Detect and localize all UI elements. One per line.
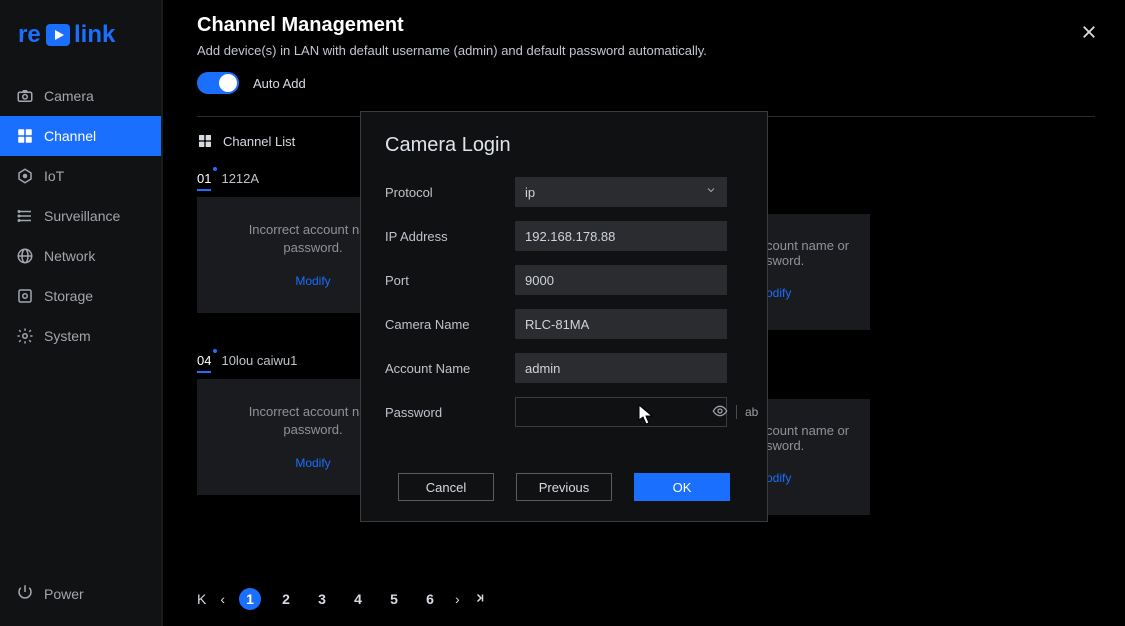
page-number[interactable]: 6	[419, 588, 441, 610]
channel-name: 1212A	[221, 171, 259, 186]
keyboard-button[interactable]: ab	[745, 405, 758, 419]
sidebar-item-surveillance[interactable]: Surveillance	[0, 196, 161, 236]
account-input[interactable]	[515, 353, 727, 383]
protocol-label: Protocol	[385, 185, 515, 200]
camera-icon	[16, 87, 34, 105]
password-label: Password	[385, 405, 515, 420]
protocol-select[interactable]	[515, 177, 727, 207]
port-label: Port	[385, 273, 515, 288]
card-message: count name or sword.	[766, 238, 860, 268]
cancel-button[interactable]: Cancel	[398, 473, 494, 501]
port-input[interactable]	[515, 265, 727, 295]
storage-icon	[16, 287, 34, 305]
password-input[interactable]	[516, 405, 712, 420]
sidebar-item-label: IoT	[44, 168, 64, 184]
camera-name-label: Camera Name	[385, 317, 515, 332]
iot-icon	[16, 167, 34, 185]
sidebar-item-label: Storage	[44, 288, 93, 304]
page-number[interactable]: 2	[275, 588, 297, 610]
previous-button[interactable]: Previous	[516, 473, 612, 501]
modify-link[interactable]: odify	[766, 286, 860, 300]
power-label: Power	[44, 586, 84, 602]
surveillance-icon	[16, 207, 34, 225]
sidebar-item-label: System	[44, 328, 91, 344]
close-button[interactable]	[1077, 20, 1101, 44]
sidebar-item-label: Network	[44, 248, 95, 264]
page-prev[interactable]: ‹	[220, 591, 225, 607]
sidebar-item-label: Surveillance	[44, 208, 120, 224]
svg-text:re: re	[18, 21, 41, 48]
channel-name: 10lou caiwu1	[221, 353, 297, 368]
card-message: count name or sword.	[766, 423, 860, 453]
power-button[interactable]: Power	[0, 569, 161, 626]
network-icon	[16, 247, 34, 265]
account-label: Account Name	[385, 361, 515, 376]
protocol-value[interactable]	[515, 177, 727, 207]
sidebar-item-system[interactable]: System	[0, 316, 161, 356]
channel-number: 01	[197, 171, 211, 191]
svg-text:link: link	[74, 21, 116, 48]
pagination: K ‹ 1 2 3 4 5 6 ›	[197, 588, 1095, 610]
sidebar-nav: Camera Channel IoT Surveillance Network	[0, 76, 161, 569]
channel-card-partial: count name or sword. odify	[760, 399, 870, 515]
channel-list-label: Channel List	[223, 134, 295, 149]
sidebar-item-network[interactable]: Network	[0, 236, 161, 276]
sidebar: re link Camera Channel IoT	[0, 0, 163, 626]
eye-icon[interactable]	[712, 403, 728, 422]
channel-icon	[16, 127, 34, 145]
power-icon	[16, 583, 34, 604]
sidebar-item-iot[interactable]: IoT	[0, 156, 161, 196]
auto-add-label: Auto Add	[253, 76, 306, 91]
ip-input[interactable]	[515, 221, 727, 251]
page-first[interactable]: K	[197, 591, 206, 607]
sidebar-item-label: Channel	[44, 128, 96, 144]
page-number[interactable]: 1	[239, 588, 261, 610]
sidebar-item-storage[interactable]: Storage	[0, 276, 161, 316]
camera-login-modal: Camera Login Protocol IP Address Port Ca…	[360, 111, 768, 522]
sidebar-item-camera[interactable]: Camera	[0, 76, 161, 116]
channel-card-partial: count name or sword. odify	[760, 214, 870, 330]
page-title: Channel Management	[197, 14, 1095, 37]
brand-logo: re link	[0, 22, 161, 76]
modify-link[interactable]: odify	[766, 471, 860, 485]
channel-number: 04	[197, 353, 211, 373]
ok-button[interactable]: OK	[634, 473, 730, 501]
page-last[interactable]	[474, 591, 486, 607]
auto-add-toggle[interactable]	[197, 72, 239, 94]
modal-title: Camera Login	[385, 134, 743, 157]
page-subtitle: Add device(s) in LAN with default userna…	[197, 43, 1095, 58]
page-next[interactable]: ›	[455, 591, 460, 607]
grid-icon	[197, 133, 213, 149]
system-icon	[16, 327, 34, 345]
ip-label: IP Address	[385, 229, 515, 244]
sidebar-item-label: Camera	[44, 88, 94, 104]
page-number[interactable]: 4	[347, 588, 369, 610]
camera-name-input[interactable]	[515, 309, 727, 339]
page-number[interactable]: 3	[311, 588, 333, 610]
page-number[interactable]: 5	[383, 588, 405, 610]
sidebar-item-channel[interactable]: Channel	[0, 116, 161, 156]
